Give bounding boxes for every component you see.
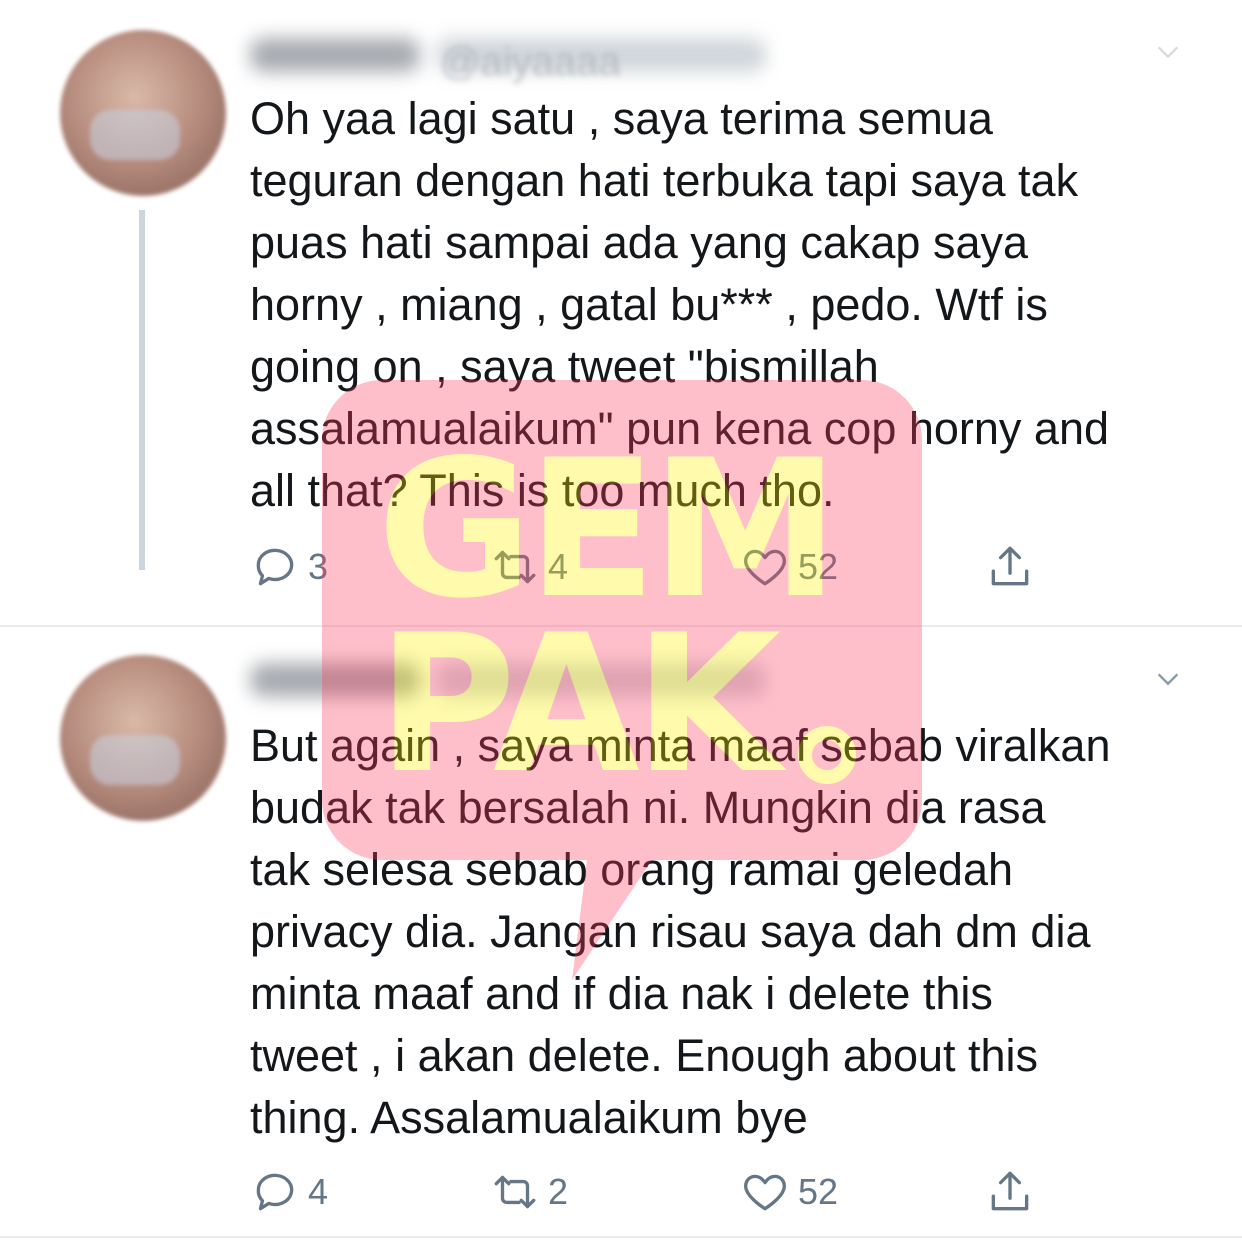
reply-count: 3 [308,546,329,587]
reply-button[interactable]: 3 [250,537,328,597]
chevron-down-icon[interactable] [1154,38,1182,66]
tweet-card[interactable]: @aiyaaaa Oh yaa lagi satu , saya terima … [0,0,1242,625]
retweet-icon [494,1175,536,1209]
avatar[interactable] [60,655,226,821]
username-partial: @aiyaaaa [440,40,621,84]
display-name-redacted[interactable] [250,38,420,72]
share-button[interactable] [985,537,1035,597]
username-redacted [436,663,766,697]
tweet-card[interactable]: But again , saya minta maaf sebab viralk… [0,625,1242,1248]
tweet-header [250,655,766,705]
tweet-text: But again , saya minta maaf sebab viralk… [250,720,1111,1143]
retweet-count: 4 [548,546,569,587]
reply-icon [256,1173,294,1211]
like-count: 52 [798,1171,839,1212]
like-count: 52 [798,546,839,587]
reply-count: 4 [308,1171,329,1212]
share-icon [991,546,1029,586]
tweet-actions: 3 4 52 [250,537,1070,597]
like-button[interactable]: 52 [740,537,838,597]
heart-icon [744,1174,786,1211]
retweet-icon [494,550,536,584]
retweet-button[interactable]: 4 [490,537,568,597]
divider [0,1236,1242,1238]
chevron-down-icon[interactable] [1154,665,1182,693]
reply-icon [256,548,294,586]
retweet-button[interactable]: 2 [490,1162,568,1222]
like-button[interactable]: 52 [740,1162,838,1222]
tweet-actions: 4 2 52 [250,1162,1070,1222]
thread-line [139,210,145,570]
avatar[interactable] [60,30,226,196]
heart-icon [744,549,786,586]
retweet-count: 2 [548,1171,569,1212]
display-name-redacted[interactable] [250,663,420,697]
tweet-text: Oh yaa lagi satu , saya terima semua teg… [250,93,1109,516]
share-icon [991,1171,1029,1211]
reply-button[interactable]: 4 [250,1162,328,1222]
share-button[interactable] [985,1162,1035,1222]
